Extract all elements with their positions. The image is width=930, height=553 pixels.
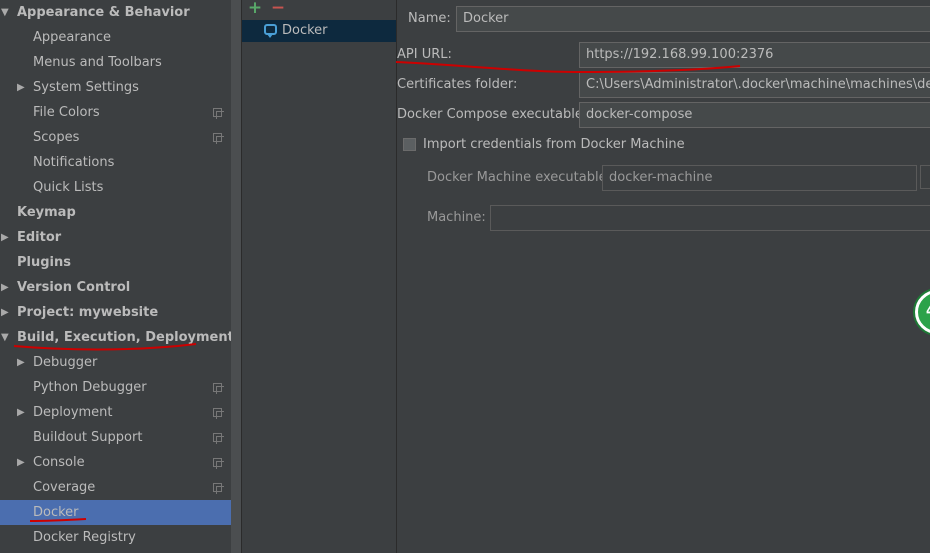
name-input[interactable]: Docker	[456, 6, 930, 32]
settings-tree: ▼ Appearance & Behavior Appearance Menus an…	[0, 0, 231, 553]
expand-arrow-right-icon[interactable]: ▶	[17, 350, 25, 375]
sidebar-item[interactable]: Docker Registry	[0, 525, 231, 550]
sidebar-item-label: Project: mywebsite	[17, 305, 159, 320]
expand-arrow-down-icon[interactable]: ▼	[1, 325, 9, 350]
sidebar-item[interactable]: Scopes	[0, 125, 231, 150]
sidebar-item-label: Docker	[33, 505, 79, 520]
expand-arrow-down-icon[interactable]: ▼	[1, 0, 9, 25]
sidebar-item-label: Docker Registry	[33, 530, 136, 545]
sidebar-item-label: Buildout Support	[33, 430, 143, 445]
sidebar-item[interactable]: ▼ Appearance & Behavior	[0, 0, 231, 25]
api-url-input[interactable]: https://192.168.99.100:2376	[579, 42, 930, 68]
sidebar-item-label: Notifications	[33, 155, 115, 170]
sidebar-item-label: Version Control	[17, 280, 131, 295]
sidebar-item[interactable]: File Colors	[0, 100, 231, 125]
expand-arrow-right-icon[interactable]: ▶	[1, 275, 9, 300]
sidebar-item[interactable]: Keymap	[0, 200, 231, 225]
sidebar-item[interactable]: Plugins	[0, 250, 231, 275]
project-level-icon	[213, 433, 224, 444]
sidebar-item[interactable]: ▶ Editor	[0, 225, 231, 250]
add-button[interactable]: +	[246, 0, 264, 17]
project-level-icon	[213, 458, 224, 469]
sidebar-item[interactable]: ▶ Project: mywebsite	[0, 300, 231, 325]
sidebar-item[interactable]: Coverage	[0, 475, 231, 500]
list-item-docker[interactable]: Docker	[242, 20, 396, 42]
sidebar-item-label: Deployment	[33, 405, 113, 420]
sidebar-item-label: Python Debugger	[33, 380, 147, 395]
project-level-icon	[213, 408, 224, 419]
sidebar-item[interactable]: Python Debugger	[0, 375, 231, 400]
import-credentials-label: Import credentials from Docker Machine	[423, 137, 685, 152]
machine-executable-label: Docker Machine executable:	[427, 170, 611, 185]
settings-tree-scrollbar[interactable]	[231, 0, 241, 553]
sidebar-item-label: Editor	[17, 230, 62, 245]
sidebar-item[interactable]: Docker	[0, 500, 231, 525]
project-level-icon	[213, 108, 224, 119]
remove-button[interactable]: −	[269, 0, 287, 17]
import-credentials-checkbox[interactable]	[403, 138, 416, 151]
sidebar-item-label: Keymap	[17, 205, 76, 220]
machine-executable-input[interactable]: docker-machine	[602, 165, 917, 191]
sidebar-item[interactable]: Quick Lists	[0, 175, 231, 200]
compose-executable-label: Docker Compose executable:	[397, 107, 588, 122]
machine-select[interactable]	[490, 205, 930, 231]
sidebar-item[interactable]: Buildout Support	[0, 425, 231, 450]
sidebar-item-label: Appearance	[33, 30, 112, 45]
sidebar-item-label: Plugins	[17, 255, 71, 270]
docker-speech-bubble-icon	[264, 24, 277, 38]
browse-button[interactable]	[920, 165, 930, 189]
sidebar-item[interactable]: Menus and Toolbars	[0, 50, 231, 75]
sidebar-item-label: Debugger	[33, 355, 98, 370]
sidebar-item-label: Menus and Toolbars	[33, 55, 162, 70]
sidebar-item[interactable]: Notifications	[0, 150, 231, 175]
expand-arrow-right-icon[interactable]: ▶	[17, 75, 25, 100]
sidebar-item[interactable]: Appearance	[0, 25, 231, 50]
sidebar-item-label: Console	[33, 455, 85, 470]
certificates-folder-label: Certificates folder:	[397, 77, 518, 92]
docker-list-panel: + − Docker	[242, 0, 396, 553]
sidebar-item-label: System Settings	[33, 80, 139, 95]
project-level-icon	[213, 483, 224, 494]
api-url-label: API URL:	[397, 47, 452, 62]
expand-arrow-right-icon[interactable]: ▶	[17, 450, 25, 475]
sidebar-item[interactable]: ▶ System Settings	[0, 75, 231, 100]
certificates-folder-input[interactable]: C:\Users\Administrator\.docker\machine\m…	[579, 72, 930, 98]
project-level-icon	[213, 133, 224, 144]
machine-label: Machine:	[427, 210, 486, 225]
sidebar-item[interactable]: ▶ Version Control	[0, 275, 231, 300]
sidebar-item-label: Quick Lists	[33, 180, 104, 195]
docker-settings-form: Name: Docker API URL: https://192.168.99…	[397, 0, 930, 553]
sidebar-item-label: Appearance & Behavior	[17, 5, 190, 20]
sidebar-item[interactable]: ▶ Console	[0, 450, 231, 475]
sidebar-item[interactable]: ▶ Debugger	[0, 350, 231, 375]
sidebar-item[interactable]: ▼ Build, Execution, Deployment	[0, 325, 231, 350]
name-label: Name:	[408, 11, 451, 26]
expand-arrow-right-icon[interactable]: ▶	[1, 225, 9, 250]
expand-arrow-right-icon[interactable]: ▶	[17, 400, 25, 425]
compose-executable-input[interactable]: docker-compose	[579, 102, 930, 128]
list-item-label: Docker	[282, 23, 328, 38]
sidebar-item-label: File Colors	[33, 105, 100, 120]
sidebar-item-label: Scopes	[33, 130, 80, 145]
project-level-icon	[213, 383, 224, 394]
sidebar-item-label: Coverage	[33, 480, 96, 495]
sidebar-item-label: Build, Execution, Deployment	[17, 330, 231, 345]
sidebar-item[interactable]: ▶ Deployment	[0, 400, 231, 425]
expand-arrow-right-icon[interactable]: ▶	[1, 300, 9, 325]
